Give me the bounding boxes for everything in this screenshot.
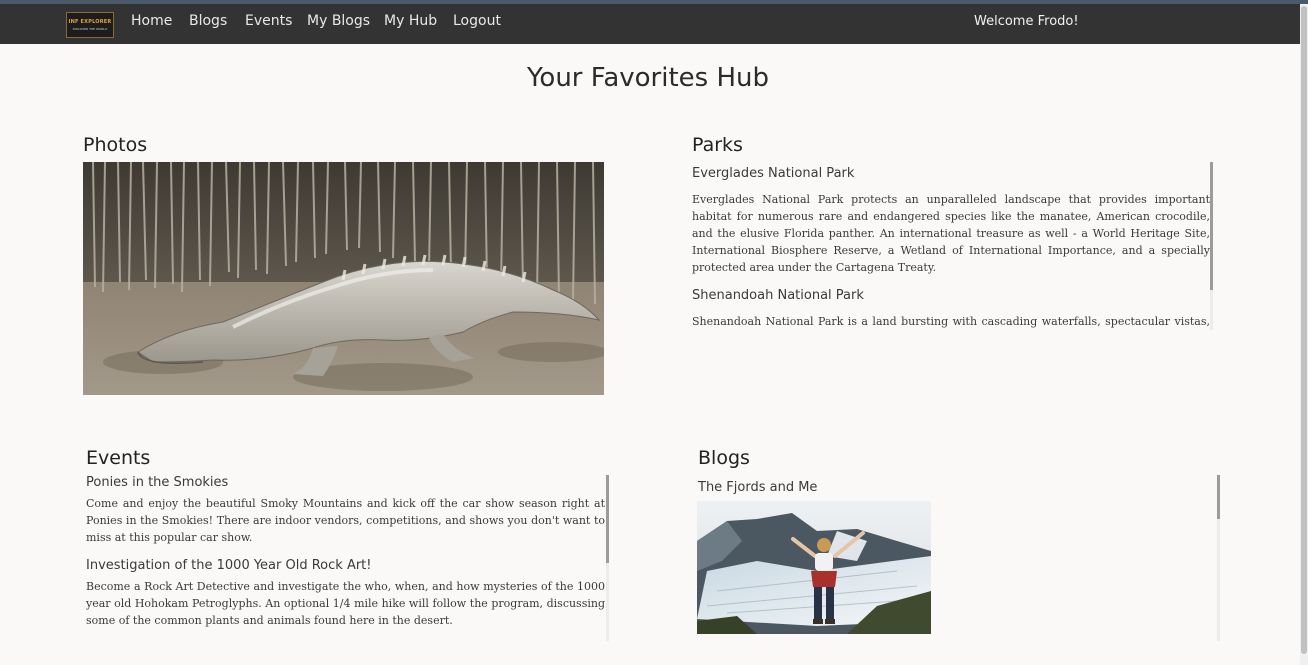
parks-heading: Parks (692, 134, 743, 156)
blog-image[interactable] (697, 501, 931, 634)
blogs-scrollbar[interactable] (1217, 475, 1220, 641)
park-card: Shenandoah National Park Shenandoah Nati… (692, 288, 1210, 328)
events-scrollbar-thumb[interactable] (606, 475, 609, 563)
park-name[interactable]: Shenandoah National Park (692, 288, 1210, 303)
blogs-heading: Blogs (698, 447, 750, 469)
navbar: INF EXPLORER DISCOVER THE WORLD Home Blo… (0, 4, 1300, 44)
logo-text: INF EXPLORER (68, 19, 112, 25)
fjord-hiker-image (697, 501, 931, 634)
blog-card: The Fjords and Me (697, 480, 1217, 634)
events-list[interactable]: Ponies in the Smokies Come and enjoy the… (86, 475, 605, 637)
welcome-message: Welcome Frodo! (974, 14, 1079, 29)
favorite-photo[interactable] (83, 162, 604, 395)
blog-title[interactable]: The Fjords and Me (698, 480, 1217, 495)
events-heading: Events (86, 447, 151, 469)
event-name[interactable]: Investigation of the 1000 Year Old Rock … (86, 558, 605, 573)
page-title: Your Favorites Hub (526, 63, 769, 93)
photos-heading: Photos (83, 134, 148, 156)
park-description: Shenandoah National Park is a land burst… (692, 315, 1210, 328)
nav-link-events[interactable]: Events (245, 13, 292, 29)
park-card: Everglades National Park Everglades Nati… (692, 166, 1210, 276)
event-card: Investigation of the 1000 Year Old Rock … (86, 558, 605, 629)
blogs-scrollbar-thumb[interactable] (1217, 475, 1220, 519)
logo-subtext: DISCOVER THE WORLD (72, 27, 108, 31)
nav-link-blogs[interactable]: Blogs (189, 13, 227, 29)
parks-list[interactable]: Everglades National Park Everglades Nati… (692, 166, 1210, 328)
parks-scrollbar-thumb[interactable] (1210, 162, 1213, 290)
event-name[interactable]: Ponies in the Smokies (86, 475, 605, 490)
event-description: Come and enjoy the beautiful Smoky Mount… (86, 497, 605, 544)
page-scrollbar-thumb[interactable] (1301, 6, 1307, 654)
crocodile-photo-image (83, 162, 604, 395)
parks-scrollbar[interactable] (1210, 162, 1213, 330)
site-logo[interactable]: INF EXPLORER DISCOVER THE WORLD (66, 12, 114, 38)
event-card: Ponies in the Smokies Come and enjoy the… (86, 475, 605, 546)
nav-link-logout[interactable]: Logout (453, 13, 501, 29)
nav-link-my-blogs[interactable]: My Blogs (307, 13, 370, 29)
events-scrollbar[interactable] (606, 475, 609, 641)
park-name[interactable]: Everglades National Park (692, 166, 1210, 181)
event-description: Become a Rock Art Detective and investig… (86, 580, 605, 627)
park-description: Everglades National Park protects an unp… (692, 193, 1210, 274)
nav-link-my-hub[interactable]: My Hub (384, 13, 437, 29)
blogs-list[interactable]: The Fjords and Me (697, 480, 1217, 640)
page-scrollbar[interactable] (1300, 4, 1308, 665)
nav-link-home[interactable]: Home (131, 13, 172, 29)
